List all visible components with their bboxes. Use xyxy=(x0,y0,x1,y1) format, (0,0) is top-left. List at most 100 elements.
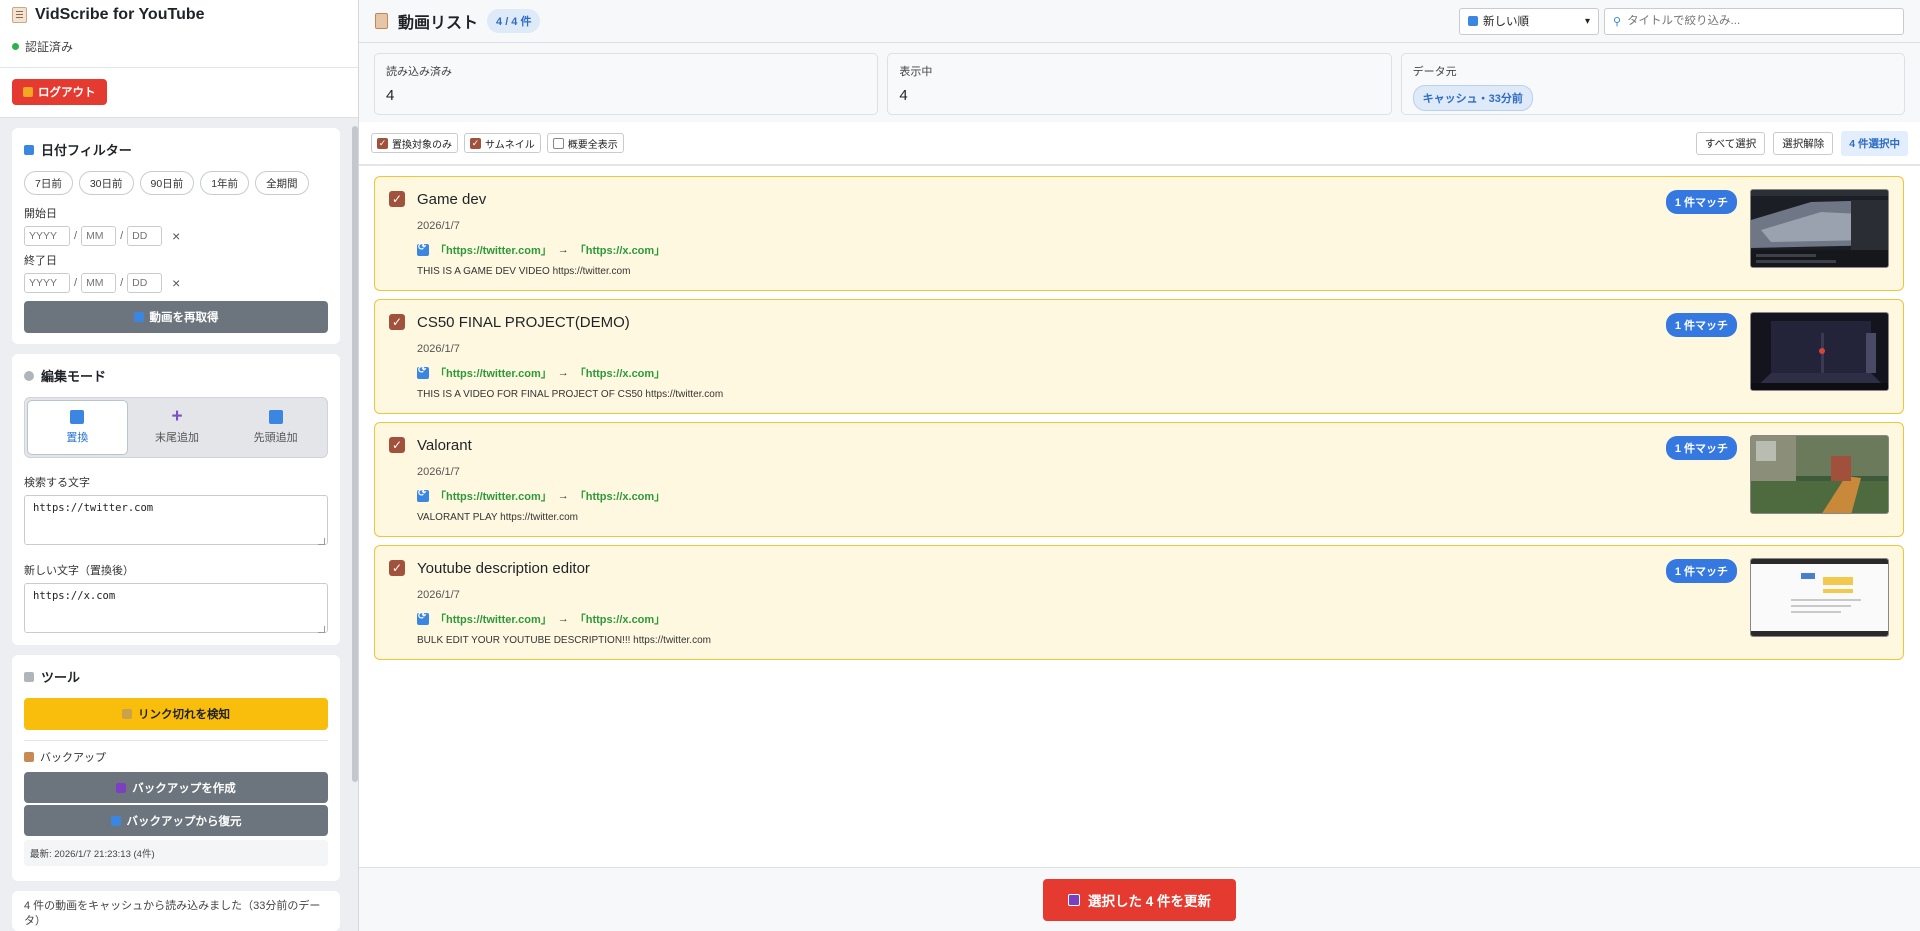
logout-label: ログアウト xyxy=(38,87,96,99)
link-icon xyxy=(122,709,132,719)
change-to: 「https://x.com」 xyxy=(574,368,666,380)
date-filter-title-text: 日付フィルター xyxy=(41,143,132,158)
wrench-icon xyxy=(24,671,34,682)
checkbox-checked-icon: ✓ xyxy=(470,137,481,149)
deselect-button[interactable]: 選択解除 xyxy=(1773,131,1834,155)
sort-select[interactable]: 新しい順 ▾ xyxy=(1459,7,1599,35)
search-text-field[interactable]: https://twitter.com xyxy=(24,495,328,545)
restore-backup-button[interactable]: バックアップから復元 xyxy=(24,805,328,836)
video-body: Valorant 2026/1/7 「https://twitter.com」 … xyxy=(417,437,665,523)
mode-prepend-label: 先頭追加 xyxy=(253,432,298,444)
create-backup-button[interactable]: バックアップを作成 xyxy=(24,772,328,803)
video-description: BULK EDIT YOUR YOUTUBE DESCRIPTION!!! ht… xyxy=(417,635,711,646)
video-change: 「https://twitter.com」 → 「https://x.com」 xyxy=(417,365,723,381)
mode-prepend[interactable]: 先頭追加 xyxy=(226,400,325,455)
thumbnails-toggle[interactable]: ✓ サムネイル xyxy=(464,133,541,153)
replace-text-field[interactable]: https://x.com xyxy=(24,583,328,633)
change-to: 「https://x.com」 xyxy=(574,614,666,626)
video-card[interactable]: ✓ Youtube description editor 2026/1/7 「h… xyxy=(374,545,1904,660)
video-count-badge: 4 / 4 件 xyxy=(487,9,541,33)
replace-icon xyxy=(70,410,85,424)
change-from: 「https://twitter.com」 xyxy=(435,614,552,626)
match-badge: 1 件マッチ xyxy=(1665,190,1737,214)
preset-30days[interactable]: 30日前 xyxy=(78,171,134,195)
preset-all[interactable]: 全期間 xyxy=(255,171,309,195)
refetch-videos-button[interactable]: 動画を再取得 xyxy=(24,301,328,333)
search-icon: ⚲ xyxy=(1613,15,1622,28)
video-card[interactable]: ✓ Valorant 2026/1/7 「https://twitter.com… xyxy=(374,422,1904,537)
video-checkbox[interactable]: ✓ xyxy=(389,314,405,330)
end-year-input[interactable] xyxy=(24,273,70,293)
restore-icon xyxy=(110,815,121,826)
stat-loaded: 読み込み済み 4 xyxy=(374,53,879,115)
date-filter-card: 日付フィルター 7日前 30日前 90日前 1年前 全期間 開始日 / / × xyxy=(12,128,340,344)
restore-backup-label: バックアップから復元 xyxy=(126,815,242,828)
only-targets-toggle[interactable]: ✓ 置換対象のみ xyxy=(371,133,458,153)
video-card[interactable]: ✓ CS50 FINAL PROJECT(DEMO) 2026/1/7 「htt… xyxy=(374,299,1904,414)
app-title: VidScribe for YouTube xyxy=(12,6,346,24)
stat-showing-label: 表示中 xyxy=(899,66,933,78)
sidebar-scrollbar[interactable] xyxy=(352,126,358,782)
video-checkbox[interactable]: ✓ xyxy=(389,191,405,207)
preset-90days[interactable]: 90日前 xyxy=(139,171,195,195)
broken-link-label: リンク切れを検知 xyxy=(138,709,230,721)
mode-append-label: 末尾追加 xyxy=(155,432,199,444)
video-card[interactable]: ✓ Game dev 2026/1/7 「https://twitter.com… xyxy=(374,176,1904,291)
video-change: 「https://twitter.com」 → 「https://x.com」 xyxy=(417,611,711,627)
start-year-input[interactable] xyxy=(24,226,70,246)
chevron-down-icon: ▾ xyxy=(1584,15,1590,27)
start-day-input[interactable] xyxy=(127,226,163,246)
search-text-label: 検索する文字 xyxy=(24,477,90,489)
plus-icon: + xyxy=(171,406,183,427)
end-month-input[interactable] xyxy=(81,273,117,293)
clear-start-date-icon[interactable]: × xyxy=(172,228,180,244)
page-title: 動画リスト xyxy=(398,15,479,32)
tools-title: ツール xyxy=(24,667,328,686)
video-thumbnail xyxy=(1750,435,1889,514)
stat-source: データ元 キャッシュ・33分前 xyxy=(1400,53,1905,115)
mode-append[interactable]: + 末尾追加 xyxy=(128,400,227,455)
tools-card: ツール リンク切れを検知 バックアップ バックアップを作成 バックアップから復元… xyxy=(12,655,340,881)
thumbnails-label: サムネイル xyxy=(485,139,535,151)
video-checkbox[interactable]: ✓ xyxy=(389,437,405,453)
show-full-desc-toggle[interactable]: 概要全表示 xyxy=(546,133,624,153)
video-thumbnail xyxy=(1750,558,1889,637)
create-backup-label: バックアップを作成 xyxy=(132,782,236,795)
stat-showing-value: 4 xyxy=(899,87,908,104)
arrow-right-icon: → xyxy=(557,367,569,379)
clear-end-date-icon[interactable]: × xyxy=(172,275,180,291)
cache-badge: キャッシュ・33分前 xyxy=(1412,85,1533,111)
logout-button[interactable]: ログアウト xyxy=(12,79,107,105)
checkbox-unchecked-icon xyxy=(552,137,564,149)
arrow-up-icon xyxy=(268,410,283,424)
auth-status-text: 認証済み xyxy=(25,40,74,54)
box-icon xyxy=(24,752,34,762)
mode-replace[interactable]: 置換 xyxy=(27,400,128,455)
preset-1year[interactable]: 1年前 xyxy=(200,171,250,195)
update-selected-label: 選択した 4 件を更新 xyxy=(1087,893,1211,909)
broken-link-button[interactable]: リンク切れを検知 xyxy=(24,698,328,730)
date-separator: / xyxy=(74,277,78,289)
replace-icon xyxy=(417,242,429,256)
video-description: THIS IS A GAME DEV VIDEO https://twitter… xyxy=(417,266,631,277)
sidebar-scroll: 日付フィルター 7日前 30日前 90日前 1年前 全期間 開始日 / / × xyxy=(0,118,350,931)
replace-icon xyxy=(417,365,429,379)
video-change: 「https://twitter.com」 → 「https://x.com」 xyxy=(417,488,665,504)
select-all-button[interactable]: すべて選択 xyxy=(1695,131,1766,155)
preset-7days[interactable]: 7日前 xyxy=(24,171,73,195)
calendar-icon xyxy=(1468,16,1478,26)
end-date-label: 終了日 xyxy=(24,255,57,267)
calendar-icon xyxy=(24,144,34,155)
video-checkbox[interactable]: ✓ xyxy=(389,560,405,576)
video-thumbnail xyxy=(1750,189,1889,268)
search-text-wrap: https://twitter.com xyxy=(24,495,328,548)
sidebar: VidScribe for YouTube 認証済み ログアウト 日付フィルター xyxy=(0,0,359,931)
update-selected-button[interactable]: 選択した 4 件を更新 xyxy=(1042,878,1236,921)
start-month-input[interactable] xyxy=(81,226,117,246)
title-filter-input[interactable] xyxy=(1627,15,1895,27)
arrow-right-icon: → xyxy=(557,613,569,625)
replace-icon xyxy=(417,488,429,502)
edit-mode-title: 編集モード xyxy=(24,366,328,385)
end-day-input[interactable] xyxy=(127,273,163,293)
thumbnail-image xyxy=(1751,313,1888,390)
